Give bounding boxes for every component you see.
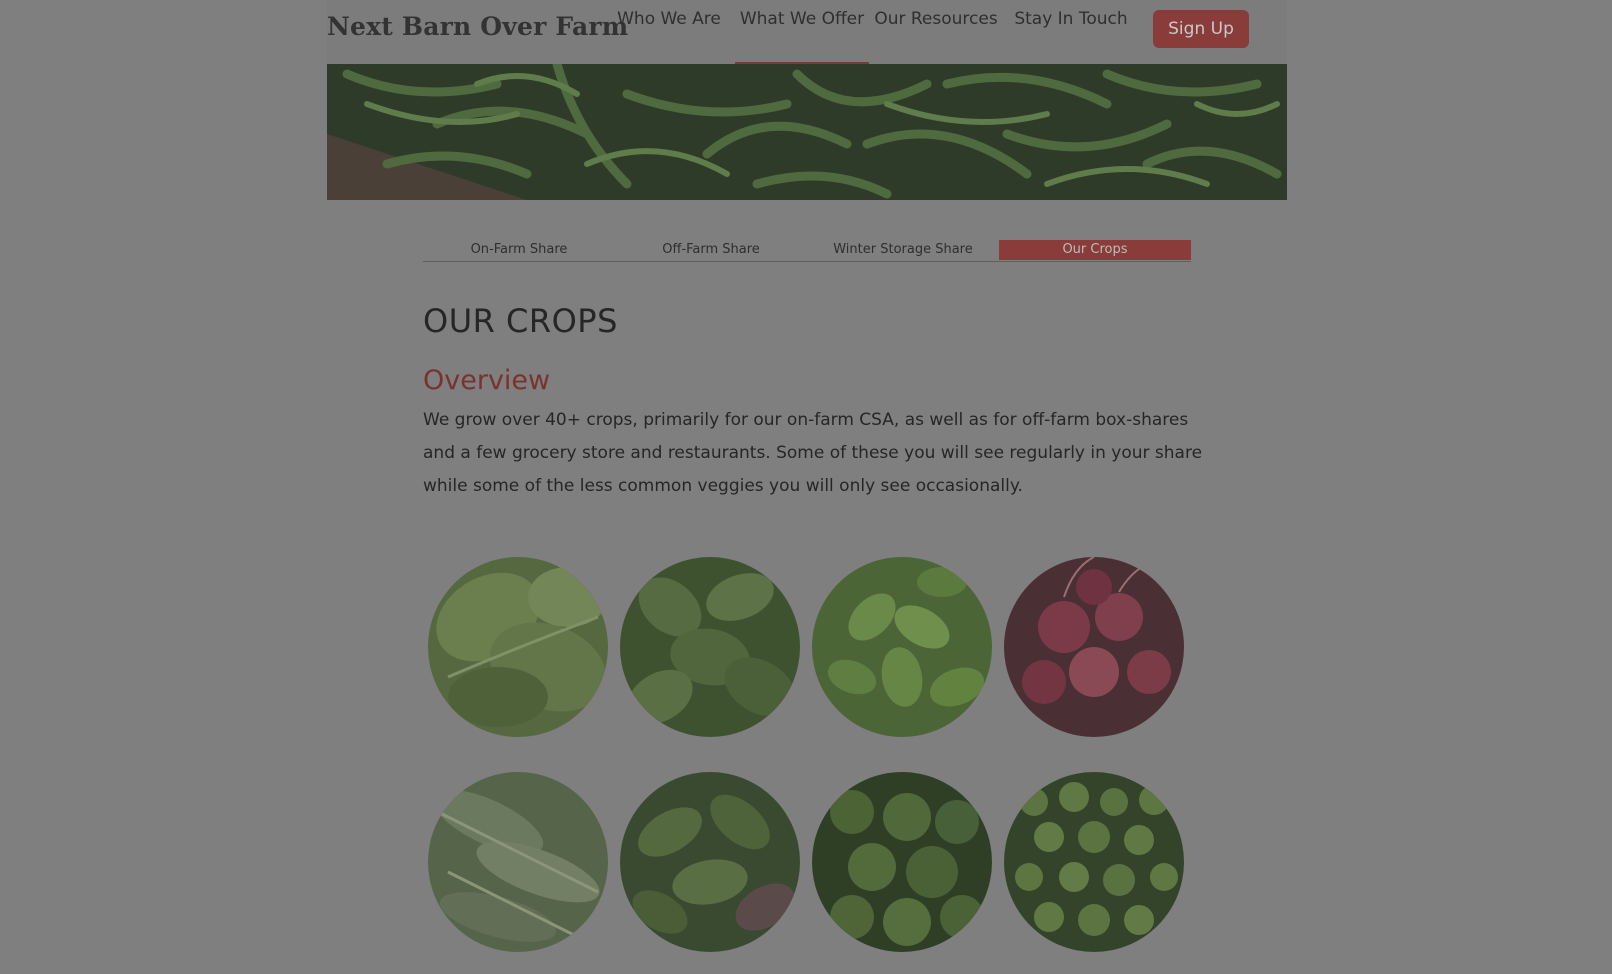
site-header: Next Barn Over Farm Who We Are What We O…	[327, 0, 1287, 64]
crop-image-broccoli[interactable]	[812, 772, 992, 952]
tab-on-farm-share[interactable]: On-Farm Share	[423, 240, 615, 260]
tab-off-farm-share[interactable]: Off-Farm Share	[615, 240, 807, 260]
crop-image-bok-choy[interactable]	[428, 557, 608, 737]
nav-item-stay-in-touch[interactable]: Stay In Touch	[1004, 6, 1138, 32]
crop-image-beets[interactable]	[1004, 557, 1184, 737]
sign-up-button[interactable]: Sign Up	[1153, 10, 1249, 48]
hero-banner-image	[327, 64, 1287, 200]
tab-winter-storage-share[interactable]: Winter Storage Share	[807, 240, 999, 260]
tab-our-crops[interactable]: Our Crops	[999, 240, 1191, 260]
nav-item-who-we-are[interactable]: Who We Are	[602, 6, 736, 32]
crop-image-spinach[interactable]	[620, 557, 800, 737]
nav-item-what-we-offer[interactable]: What We Offer	[735, 6, 869, 64]
crop-image-mixed-greens[interactable]	[620, 772, 800, 952]
section-heading-overview: Overview	[423, 365, 551, 396]
sub-navigation: On-Farm Share Off-Farm Share Winter Stor…	[423, 240, 1191, 262]
page-title: OUR CROPS	[423, 302, 618, 340]
page: Next Barn Over Farm Who We Are What We O…	[0, 0, 1612, 974]
crop-image-brussels-sprouts[interactable]	[1004, 772, 1184, 952]
nav-item-our-resources[interactable]: Our Resources	[869, 6, 1003, 32]
crop-image-chard[interactable]	[428, 772, 608, 952]
crop-image-basil[interactable]	[812, 557, 992, 737]
intro-paragraph: We grow over 40+ crops, primarily for ou…	[423, 410, 1203, 496]
brand-logo[interactable]: Next Barn Over Farm	[327, 12, 628, 41]
